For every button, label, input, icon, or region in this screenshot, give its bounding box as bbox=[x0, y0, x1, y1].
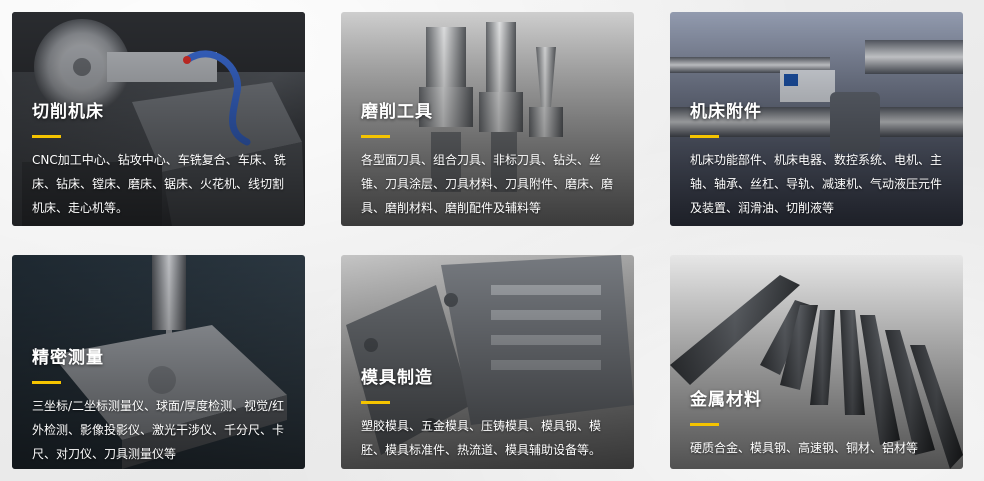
category-card-grinding-tools[interactable]: 磨削工具 各型面刀具、组合刀具、非标刀具、钻头、丝锥、刀具涂层、刀具材料、刀具附… bbox=[341, 12, 634, 226]
accent-bar bbox=[32, 135, 61, 138]
card-title: 机床附件 bbox=[690, 102, 762, 122]
card-title: 精密测量 bbox=[32, 348, 104, 368]
accent-bar bbox=[32, 381, 61, 384]
card-description: 三坐标/二坐标测量仪、球面/厚度检测、视觉/红外检测、影像投影仪、激光干涉仪、千… bbox=[32, 399, 285, 461]
card-description: 硬质合金、模具钢、高速钢、铜材、铝材等 bbox=[690, 441, 919, 455]
category-card-cutting-machines[interactable]: 切削机床 CNC加工中心、钻攻中心、车铣复合、车床、铣床、钻床、镗床、磨床、锯床… bbox=[12, 12, 305, 226]
accent-bar bbox=[690, 135, 719, 138]
card-description: 塑胶模具、五金模具、压铸模具、模具钢、模胚、模具标准件、热流道、模具辅助设备等。 bbox=[361, 419, 602, 457]
card-title: 金属材料 bbox=[690, 390, 762, 410]
card-description: 各型面刀具、组合刀具、非标刀具、钻头、丝锥、刀具涂层、刀具材料、刀具附件、磨床、… bbox=[361, 153, 614, 215]
card-title: 切削机床 bbox=[32, 102, 104, 122]
card-title: 模具制造 bbox=[361, 368, 433, 388]
accent-bar bbox=[690, 423, 719, 426]
card-title: 磨削工具 bbox=[361, 102, 433, 122]
card-description: 机床功能部件、机床电器、数控系统、电机、主轴、轴承、丝杠、导轨、减速机、气动液压… bbox=[690, 153, 943, 215]
category-card-precision-measurement[interactable]: 精密测量 三坐标/二坐标测量仪、球面/厚度检测、视觉/红外检测、影像投影仪、激光… bbox=[12, 255, 305, 469]
category-card-metal-materials[interactable]: 金属材料 硬质合金、模具钢、高速钢、铜材、铝材等 bbox=[670, 255, 963, 469]
category-card-mold-manufacturing[interactable]: 模具制造 塑胶模具、五金模具、压铸模具、模具钢、模胚、模具标准件、热流道、模具辅… bbox=[341, 255, 634, 469]
accent-bar bbox=[361, 135, 390, 138]
accent-bar bbox=[361, 401, 390, 404]
category-card-machine-accessories[interactable]: 机床附件 机床功能部件、机床电器、数控系统、电机、主轴、轴承、丝杠、导轨、减速机… bbox=[670, 12, 963, 226]
card-description: CNC加工中心、钻攻中心、车铣复合、车床、铣床、钻床、镗床、磨床、锯床、火花机、… bbox=[32, 153, 286, 215]
